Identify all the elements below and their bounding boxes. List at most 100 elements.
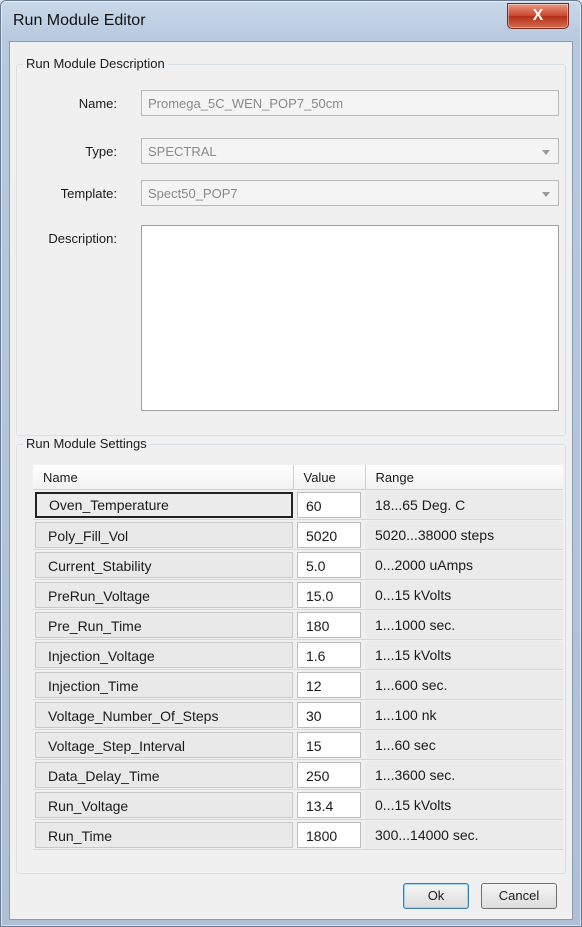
settings-row[interactable]: PreRun_Voltage 15.0 0...15 kVolts — [33, 579, 563, 610]
ok-button[interactable]: Ok — [403, 883, 469, 909]
settings-cell-name: Oven_Temperature — [33, 489, 293, 520]
setting-name[interactable]: Data_Delay_Time — [35, 761, 293, 788]
chevron-down-icon — [542, 192, 550, 197]
settings-cell-value: 1800 — [293, 819, 365, 850]
settings-cell-name: Poly_Fill_Vol — [33, 519, 293, 550]
settings-row[interactable]: Oven_Temperature 60 18...65 Deg. C — [33, 489, 563, 520]
setting-range: 1...1000 sec. — [365, 610, 563, 639]
settings-table: Name Value Range Oven_Temperature 60 18...… — [33, 465, 563, 850]
settings-row[interactable]: Run_Voltage 13.4 0...15 kVolts — [33, 789, 563, 820]
close-button[interactable]: X — [507, 3, 569, 29]
settings-row[interactable]: Injection_Time 12 1...600 sec. — [33, 669, 563, 700]
settings-cell-name: Data_Delay_Time — [33, 759, 293, 790]
settings-cell-name: Run_Voltage — [33, 789, 293, 820]
setting-name[interactable]: Voltage_Step_Interval — [35, 731, 293, 758]
settings-cell-name: PreRun_Voltage — [33, 579, 293, 610]
settings-row[interactable]: Injection_Voltage 1.6 1...15 kVolts — [33, 639, 563, 670]
settings-cell-range: 1...100 nk — [365, 699, 563, 730]
settings-cell-name: Voltage_Number_Of_Steps — [33, 699, 293, 730]
template-dropdown[interactable]: Spect50_POP7 — [141, 180, 559, 206]
group-label-description: Run Module Description — [23, 56, 168, 71]
run-module-editor-window: Run Module Editor X Run Module Descripti… — [0, 0, 582, 927]
settings-table-header: Name Value Range — [33, 465, 563, 490]
settings-cell-value: 15 — [293, 729, 365, 760]
template-label: Template: — [60, 186, 117, 201]
setting-value-input[interactable]: 12 — [297, 671, 361, 698]
setting-range: 0...15 kVolts — [365, 790, 563, 819]
run-module-description-group: Run Module Description Name: Promega_5C_… — [16, 56, 566, 436]
settings-cell-range: 300...14000 sec. — [365, 819, 563, 850]
settings-cell-value: 15.0 — [293, 579, 365, 610]
column-header-value[interactable]: Value — [293, 465, 366, 490]
setting-range: 0...2000 uAmps — [365, 550, 563, 579]
setting-range: 1...100 nk — [365, 700, 563, 729]
settings-cell-name: Voltage_Step_Interval — [33, 729, 293, 760]
title-bar[interactable]: Run Module Editor X — [1, 1, 581, 41]
description-textarea[interactable] — [141, 225, 559, 411]
type-label: Type: — [85, 144, 117, 159]
settings-cell-name: Run_Time — [33, 819, 293, 850]
setting-value-input[interactable]: 15.0 — [297, 581, 361, 608]
settings-cell-name: Injection_Voltage — [33, 639, 293, 670]
setting-value-input[interactable]: 5020 — [297, 521, 361, 548]
setting-name[interactable]: Voltage_Number_Of_Steps — [35, 701, 293, 728]
type-dropdown-value: SPECTRAL — [148, 144, 217, 159]
settings-cell-value: 12 — [293, 669, 365, 700]
settings-row[interactable]: Voltage_Number_Of_Steps 30 1...100 nk — [33, 699, 563, 730]
settings-cell-value: 180 — [293, 609, 365, 640]
setting-range: 300...14000 sec. — [365, 820, 563, 849]
setting-value-input[interactable]: 13.4 — [297, 791, 361, 818]
setting-range: 18...65 Deg. C — [365, 490, 563, 519]
settings-row[interactable]: Current_Stability 5.0 0...2000 uAmps — [33, 549, 563, 580]
setting-range: 0...15 kVolts — [365, 580, 563, 609]
settings-row[interactable]: Voltage_Step_Interval 15 1...60 sec — [33, 729, 563, 760]
setting-range: 5020...38000 steps — [365, 520, 563, 549]
settings-row[interactable]: Run_Time 1800 300...14000 sec. — [33, 819, 563, 850]
settings-cell-range: 18...65 Deg. C — [365, 489, 563, 520]
setting-name[interactable]: Injection_Time — [35, 671, 293, 698]
setting-range: 1...3600 sec. — [365, 760, 563, 789]
setting-range: 1...600 sec. — [365, 670, 563, 699]
setting-range: 1...60 sec — [365, 730, 563, 759]
settings-cell-value: 30 — [293, 699, 365, 730]
settings-row[interactable]: Data_Delay_Time 250 1...3600 sec. — [33, 759, 563, 790]
setting-value-input[interactable]: 1800 — [297, 821, 361, 848]
cancel-button[interactable]: Cancel — [481, 883, 557, 909]
setting-value-input[interactable]: 5.0 — [297, 551, 361, 578]
run-module-settings-group: Run Module Settings Name Value Range Ove… — [16, 436, 566, 874]
type-dropdown[interactable]: SPECTRAL — [141, 138, 559, 164]
setting-name[interactable]: Poly_Fill_Vol — [35, 521, 293, 548]
settings-cell-range: 1...1000 sec. — [365, 609, 563, 640]
dialog-client-area: Run Module Description Name: Promega_5C_… — [9, 41, 573, 920]
settings-row[interactable]: Poly_Fill_Vol 5020 5020...38000 steps — [33, 519, 563, 550]
setting-name[interactable]: Run_Time — [35, 821, 293, 848]
setting-name[interactable]: PreRun_Voltage — [35, 581, 293, 608]
setting-value-input[interactable]: 1.6 — [297, 641, 361, 668]
name-field[interactable]: Promega_5C_WEN_POP7_50cm — [141, 90, 559, 116]
settings-cell-range: 5020...38000 steps — [365, 519, 563, 550]
column-header-name[interactable]: Name — [33, 465, 294, 490]
setting-name[interactable]: Oven_Temperature — [35, 491, 293, 518]
settings-cell-name: Pre_Run_Time — [33, 609, 293, 640]
settings-cell-range: 1...60 sec — [365, 729, 563, 760]
settings-cell-range: 1...15 kVolts — [365, 639, 563, 670]
settings-cell-value: 1.6 — [293, 639, 365, 670]
setting-value-input[interactable]: 15 — [297, 731, 361, 758]
setting-name[interactable]: Pre_Run_Time — [35, 611, 293, 638]
settings-cell-name: Injection_Time — [33, 669, 293, 700]
setting-value-input[interactable]: 250 — [297, 761, 361, 788]
setting-name[interactable]: Injection_Voltage — [35, 641, 293, 668]
name-label: Name: — [78, 96, 117, 111]
settings-cell-value: 60 — [293, 489, 365, 520]
settings-row[interactable]: Pre_Run_Time 180 1...1000 sec. — [33, 609, 563, 640]
setting-name[interactable]: Run_Voltage — [35, 791, 293, 818]
setting-value-input[interactable]: 180 — [297, 611, 361, 638]
settings-cell-value: 250 — [293, 759, 365, 790]
settings-cell-range: 1...3600 sec. — [365, 759, 563, 790]
setting-name[interactable]: Current_Stability — [35, 551, 293, 578]
window-title: Run Module Editor — [13, 12, 146, 29]
setting-value-input[interactable]: 30 — [297, 701, 361, 728]
chevron-down-icon — [542, 150, 550, 155]
column-header-range[interactable]: Range — [365, 465, 563, 490]
setting-value-input[interactable]: 60 — [297, 491, 361, 518]
